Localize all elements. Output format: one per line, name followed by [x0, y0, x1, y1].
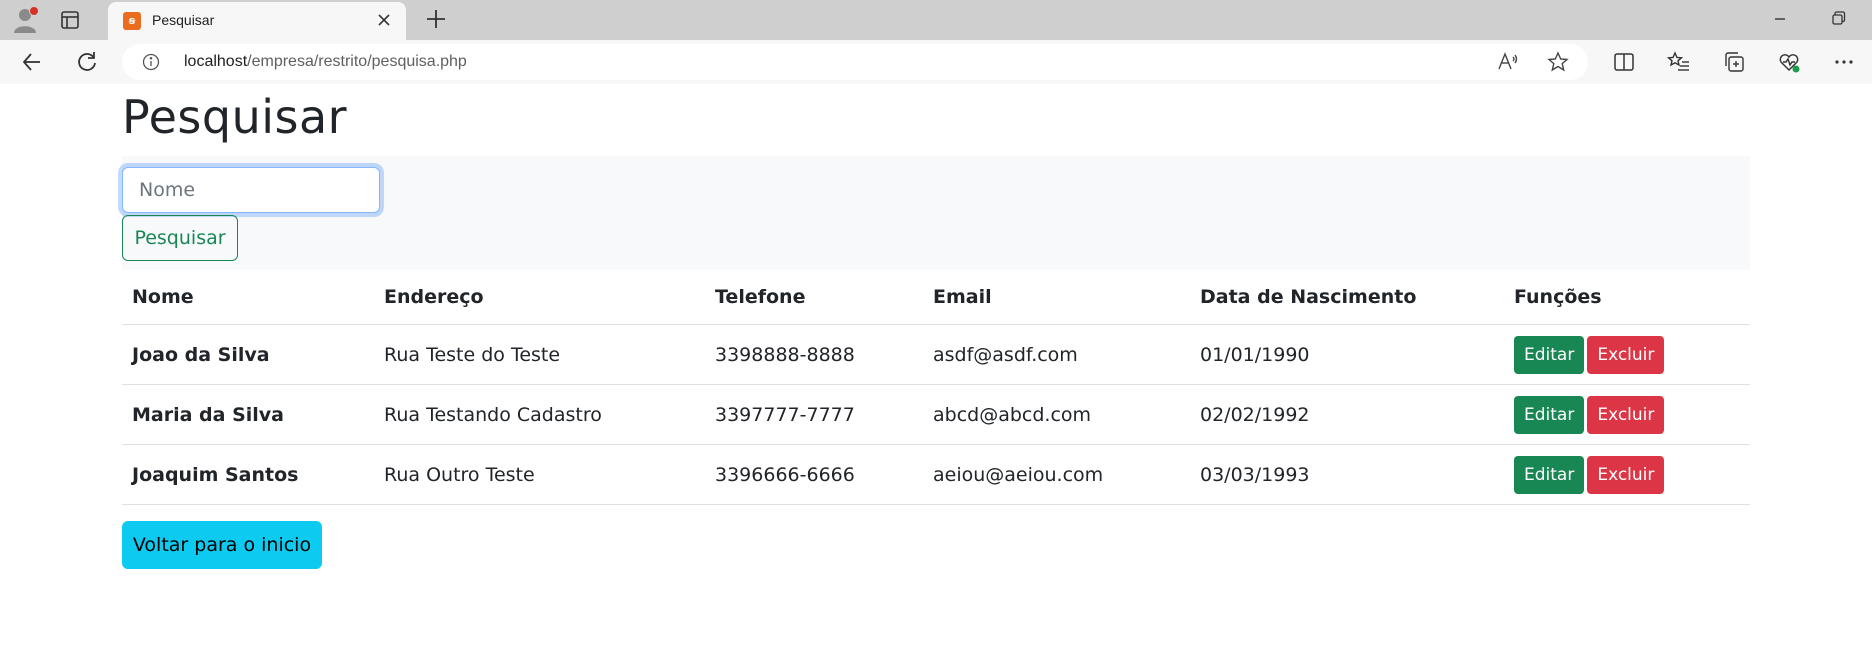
edit-button[interactable]: Editar: [1514, 395, 1585, 434]
restore-window-icon[interactable]: [1824, 6, 1852, 32]
cell-telefone: 3398888-8888: [705, 324, 923, 385]
tab-close-icon[interactable]: [374, 10, 394, 30]
column-header-endereco: Endereço: [374, 270, 705, 325]
search-button[interactable]: Pesquisar: [122, 215, 238, 261]
cell-nome: Joao da Silva: [122, 324, 374, 385]
cell-data-nascimento: 02/02/1992: [1190, 384, 1504, 445]
delete-button[interactable]: Excluir: [1587, 455, 1665, 494]
column-header-nome: Nome: [122, 270, 374, 325]
browser-tab-active[interactable]: ꞩ Pesquisar: [108, 2, 406, 40]
cell-nome: Joaquim Santos: [122, 444, 374, 505]
cell-email: aeiou@aeiou.com: [923, 444, 1190, 505]
column-header-telefone: Telefone: [705, 270, 923, 325]
cell-nome: Maria da Silva: [122, 384, 374, 445]
cell-funcoes: Editar Excluir: [1504, 324, 1750, 385]
url-text: localhost/empresa/restrito/pesquisa.php: [184, 53, 467, 71]
back-to-home-button[interactable]: Voltar para o inicio: [122, 521, 322, 569]
url-host: localhost: [184, 53, 248, 70]
edit-button[interactable]: Editar: [1514, 455, 1585, 494]
address-bar[interactable]: localhost/empresa/restrito/pesquisa.php: [122, 44, 1588, 80]
edit-button[interactable]: Editar: [1514, 335, 1585, 374]
cell-funcoes: Editar Excluir: [1504, 384, 1750, 445]
xampp-favicon-icon: ꞩ: [123, 12, 141, 30]
collections-icon[interactable]: [1722, 50, 1746, 74]
cell-telefone: 3396666-6666: [705, 444, 923, 505]
column-header-data-nascimento: Data de Nascimento: [1190, 270, 1504, 325]
search-panel: [122, 156, 1750, 270]
refresh-icon[interactable]: [73, 48, 101, 76]
profile-avatar-icon[interactable]: [12, 6, 40, 34]
cell-endereco: Rua Testando Cadastro: [374, 384, 705, 445]
column-header-email: Email: [923, 270, 1190, 325]
cell-endereco: Rua Outro Teste: [374, 444, 705, 505]
page-title: Pesquisar: [122, 90, 348, 144]
delete-button[interactable]: Excluir: [1587, 335, 1665, 374]
column-header-funcoes: Funções: [1504, 270, 1750, 325]
favorite-star-icon[interactable]: [1546, 50, 1570, 74]
split-screen-icon[interactable]: [1612, 50, 1636, 74]
tab-title: Pesquisar: [152, 12, 215, 28]
table-row: Maria da Silva Rua Testando Cadastro 339…: [122, 384, 1750, 445]
results-table: Nome Endereço Telefone Email Data de Nas…: [122, 270, 1750, 505]
delete-button[interactable]: Excluir: [1587, 395, 1665, 434]
favorites-list-icon[interactable]: [1666, 50, 1691, 74]
tab-actions-icon[interactable]: [58, 8, 82, 32]
table-row: Joao da Silva Rua Teste do Teste 3398888…: [122, 324, 1750, 385]
minimize-window-icon[interactable]: [1766, 6, 1794, 32]
cell-email: abcd@abcd.com: [923, 384, 1190, 445]
page-content: Pesquisar Pesquisar Nome Endereço Telefo…: [0, 84, 1872, 649]
new-tab-icon[interactable]: [423, 6, 449, 32]
profile-notification-dot: [29, 6, 39, 16]
cell-data-nascimento: 03/03/1993: [1190, 444, 1504, 505]
search-name-input[interactable]: [122, 167, 380, 213]
browser-essentials-icon[interactable]: [1777, 50, 1801, 74]
cell-funcoes: Editar Excluir: [1504, 444, 1750, 505]
cell-email: asdf@asdf.com: [923, 324, 1190, 385]
table-header-row: Nome Endereço Telefone Email Data de Nas…: [122, 270, 1750, 325]
back-arrow-icon[interactable]: [18, 48, 46, 76]
cell-data-nascimento: 01/01/1990: [1190, 324, 1504, 385]
table-row: Joaquim Santos Rua Outro Teste 3396666-6…: [122, 444, 1750, 505]
cell-endereco: Rua Teste do Teste: [374, 324, 705, 385]
site-info-icon[interactable]: [142, 53, 160, 71]
browser-tab-strip: ꞩ Pesquisar: [0, 0, 1872, 40]
more-options-icon[interactable]: [1832, 50, 1856, 74]
url-path: /empresa/restrito/pesquisa.php: [247, 53, 467, 70]
read-aloud-icon[interactable]: [1496, 50, 1520, 74]
browser-toolbar: localhost/empresa/restrito/pesquisa.php: [0, 40, 1872, 84]
cell-telefone: 3397777-7777: [705, 384, 923, 445]
